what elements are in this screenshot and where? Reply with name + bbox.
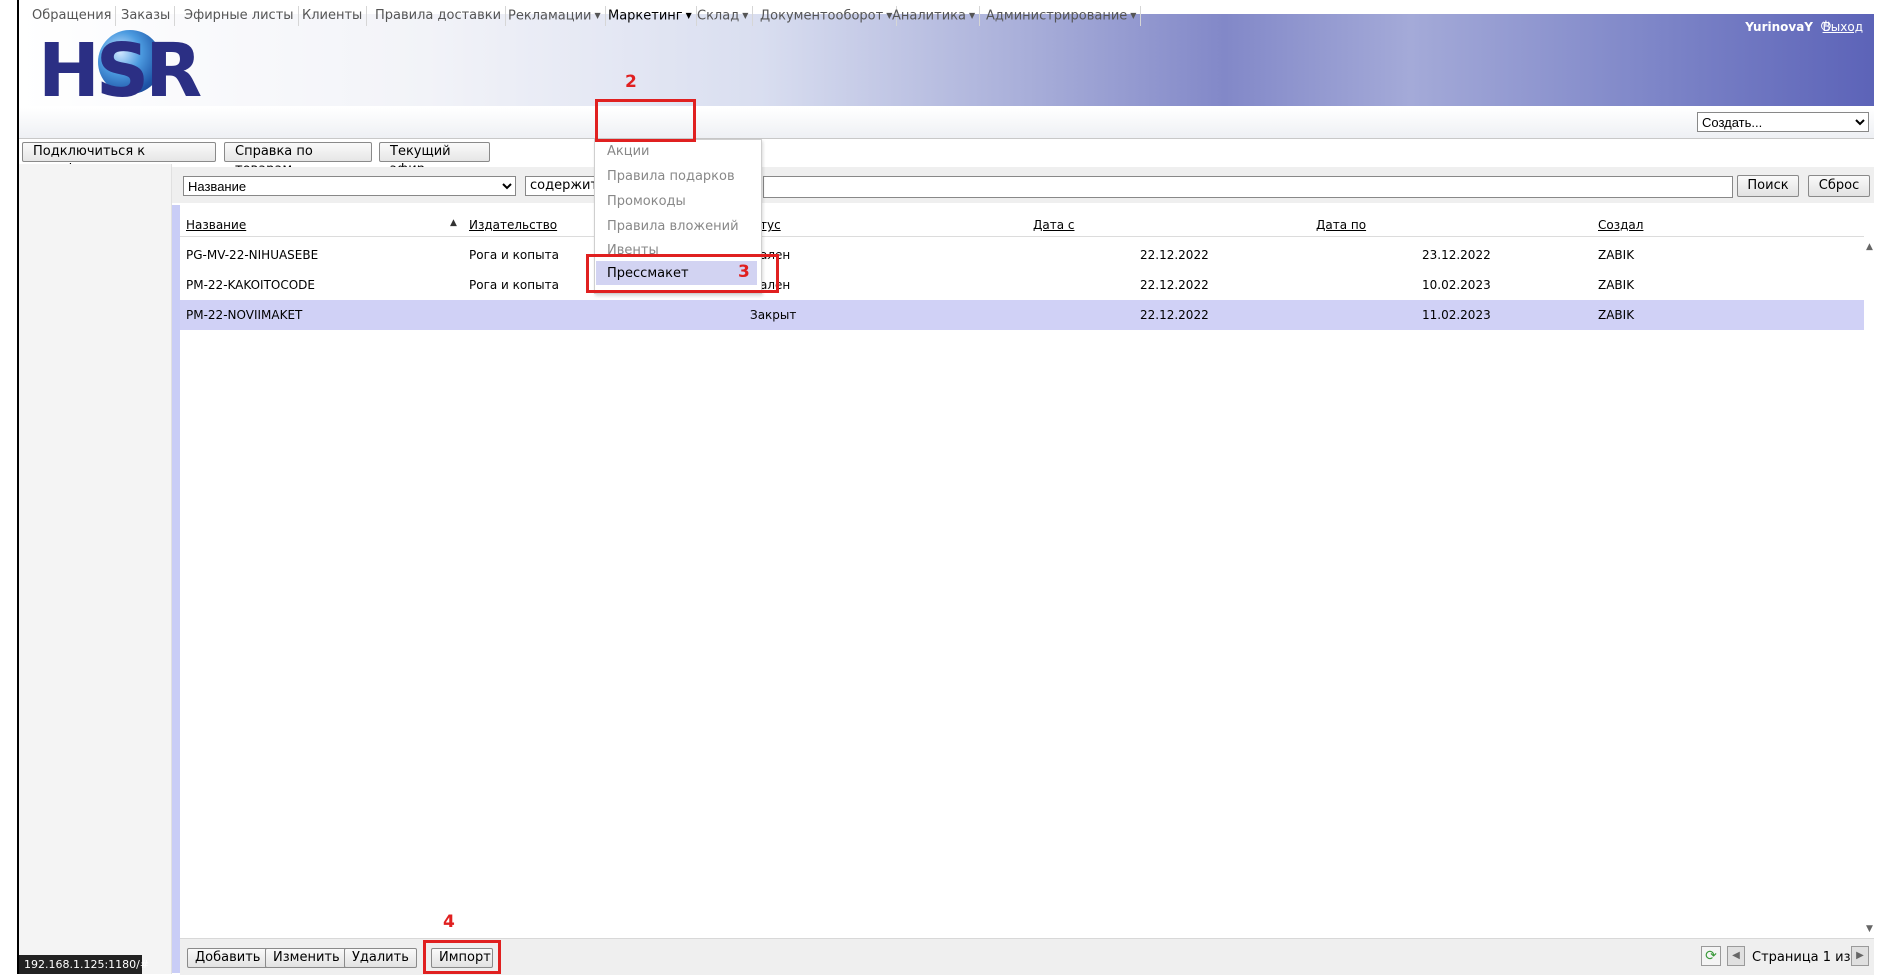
cell-date-to: 23.12.2022 [1422,248,1491,262]
cell-name: PM-22-KAKOITOCODE [186,278,316,292]
nav-item-analitika[interactable]: Аналитика ▼ [888,6,981,26]
refresh-icon[interactable]: ⟳ [1701,946,1721,966]
nav-item-reklamatsii[interactable]: Рекламации ▼ [504,6,606,26]
grid-header: Название ▲ Издательство тус Дата с Дата … [180,214,1864,237]
nav-label: Документооборот [760,8,884,24]
nav-item-marketing[interactable]: Маркетинг ▼ [604,6,697,26]
cell-publisher: Рога и копыта [469,278,559,292]
nav-item-sklad[interactable]: Склад ▼ [693,6,754,26]
nav-label: Обращения [32,8,112,23]
add-button[interactable]: Добавить [187,948,269,968]
nav-label: Склад [697,8,740,24]
main-nav [19,108,1874,139]
column-header-status[interactable]: тус [760,218,781,232]
nav-item-obrascheniya[interactable]: Обращения [28,6,117,26]
nav-item-zakazy[interactable]: Заказы [117,6,176,26]
page-indicator: Страница 1 из 1 [1752,950,1863,965]
sort-ascending-icon: ▲ [450,218,457,228]
column-header-date-from[interactable]: Дата с [1033,218,1074,232]
cell-publisher: Рога и копыта [469,248,559,262]
reset-button[interactable]: Сброс [1808,175,1870,197]
caret-down-icon: ▼ [685,11,692,20]
menu-item-promokody[interactable]: Промокоды [607,194,686,209]
table-row-selected[interactable]: PM-22-NOVIIMAKET Закрыт 22.12.2022 11.02… [180,300,1864,330]
column-header-publisher[interactable]: Издательство [469,218,557,232]
cell-created-by: ZABIK [1598,278,1635,292]
table-row[interactable]: PG-MV-22-NIHUASEBE Рога и копыта ален 22… [180,240,1864,270]
logout-link[interactable]: Выход [1823,20,1863,34]
annotation-box-4 [423,940,501,974]
annotation-number-2: 2 [625,72,637,92]
logo: HSR [38,28,202,114]
products-help-button[interactable]: Справка по товарам [224,142,372,177]
menu-item-pravila-podarkov[interactable]: Правила подарков [607,169,735,184]
user-name: YurinovaY [1745,20,1813,34]
scroll-up-icon[interactable]: ▲ [1866,242,1873,252]
delete-button[interactable]: Удалить [344,948,417,968]
nav-label: Администрирование [986,8,1128,24]
cell-date-to: 10.02.2023 [1422,278,1491,292]
search-button[interactable]: Поиск [1737,175,1799,197]
filter-field-select[interactable]: Название [183,176,516,196]
menu-item-aktsii[interactable]: Акции [607,144,650,159]
nav-item-klienty[interactable]: Клиенты [298,6,368,26]
cell-date-from: 22.12.2022 [1140,308,1209,322]
nav-item-pravila-dostavki[interactable]: Правила доставки [371,6,507,26]
column-header-created-by[interactable]: Создал [1598,218,1643,232]
scroll-down-icon[interactable]: ▼ [1866,924,1873,934]
column-header-name[interactable]: Название [186,218,246,232]
edit-button[interactable]: Изменить [265,948,348,968]
cell-date-to: 11.02.2023 [1422,308,1491,322]
current-air-button[interactable]: Текущий эфир [379,142,490,177]
left-sidebar [19,164,172,974]
cell-created-by: ZABIK [1598,308,1635,322]
caret-down-icon: ▼ [1130,11,1137,20]
caret-down-icon: ▼ [968,11,976,20]
nav-label: Эфирные листы [184,8,294,23]
cell-date-from: 22.12.2022 [1140,278,1209,292]
cell-name: PG-MV-22-NIHUASEBE [186,248,319,262]
table-row[interactable]: PM-22-KAKOITOCODE Рога и копыта ален 22.… [180,270,1864,300]
status-url-tooltip: 192.168.1.125:1180/# [19,955,149,974]
caret-down-icon: ▼ [742,11,749,20]
grid-left-accent [172,205,180,973]
nav-label: Клиенты [302,8,363,23]
nav-label: Правила доставки [375,8,502,23]
next-page-icon[interactable]: ▶ [1851,946,1869,966]
prev-page-icon[interactable]: ◀ [1727,946,1745,966]
nav-item-dokumentooborot[interactable]: Документооборот ▼ [756,6,898,26]
connect-telephony-button[interactable]: Подключиться к телефонии [22,142,216,177]
nav-item-efirnye-listy[interactable]: Эфирные листы [180,6,299,26]
search-input[interactable] [763,176,1733,198]
nav-label: Заказы [121,8,171,23]
cell-status: Закрыт [750,308,797,322]
annotation-number-3: 3 [738,262,750,282]
menu-item-pravila-vlozheniy[interactable]: Правила вложений [607,219,739,234]
annotation-number-4: 4 [443,912,455,932]
nav-label: Рекламации [508,8,592,24]
nav-label: Маркетинг [608,8,683,24]
grid-scrollbar[interactable] [1866,238,1876,938]
nav-item-administrirovanie[interactable]: Администрирование ▼ [982,6,1142,26]
create-select[interactable]: Создать... [1697,112,1869,132]
annotation-box-3 [586,254,779,293]
logo-text: HSR [38,28,202,114]
header-banner [19,14,1874,106]
cell-created-by: ZABIK [1598,248,1635,262]
cell-date-from: 22.12.2022 [1140,248,1209,262]
annotation-box-2 [595,99,696,142]
column-header-date-to[interactable]: Дата по [1316,218,1366,232]
cell-name: PM-22-NOVIIMAKET [186,308,303,322]
caret-down-icon: ▼ [594,11,601,20]
nav-label: Аналитика [892,8,966,24]
